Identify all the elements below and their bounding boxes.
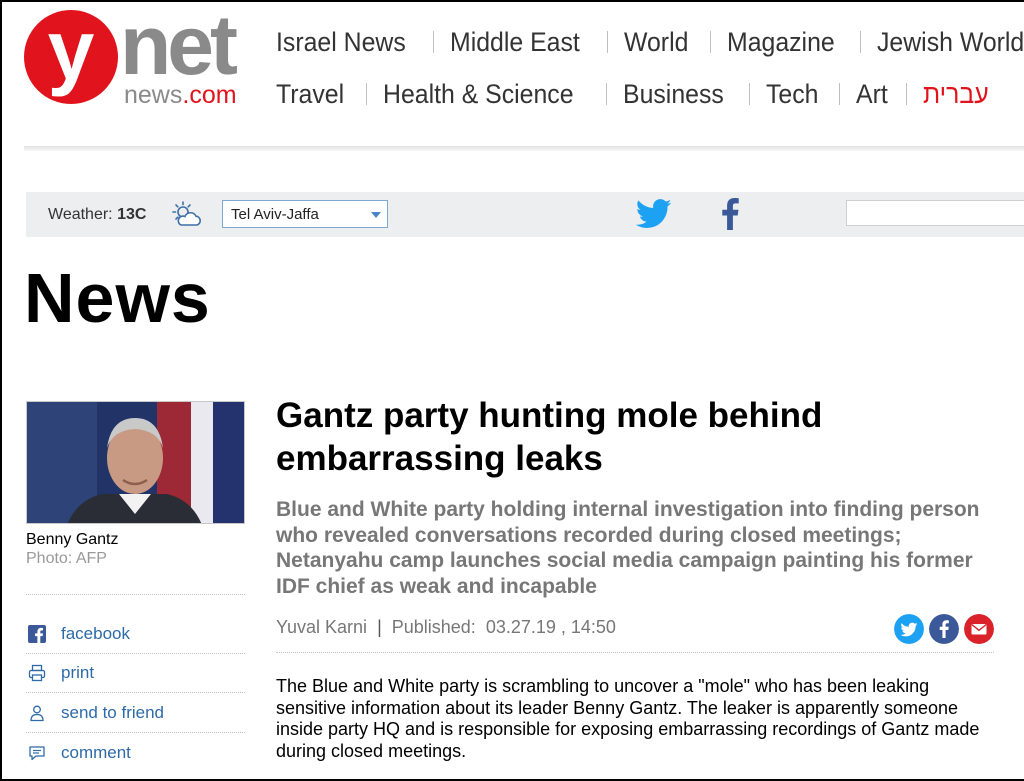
facebook-share-icon[interactable]: [929, 614, 959, 644]
nav-middle-east[interactable]: Middle East: [450, 27, 580, 58]
photo-credit: Photo: AFP: [26, 550, 107, 567]
twitter-share-icon[interactable]: [894, 614, 924, 644]
facebook-icon: [28, 625, 46, 643]
tool-comment[interactable]: comment: [26, 741, 245, 765]
nav-magazine[interactable]: Magazine: [727, 27, 835, 58]
nav-health-science[interactable]: Health & Science: [383, 79, 574, 110]
tool-send-to-friend[interactable]: send to friend: [26, 701, 245, 725]
byline-divider-line: [276, 652, 994, 653]
author-link[interactable]: Yuval Karni: [276, 617, 367, 637]
nav-divider: [433, 31, 435, 53]
logo-domain-suffix: .com: [182, 81, 237, 109]
chevron-down-icon: [371, 212, 381, 218]
comment-icon: [29, 746, 45, 761]
weather-temperature: 13C: [117, 206, 147, 223]
weather-readout: Weather: 13C: [48, 206, 146, 224]
tool-facebook[interactable]: facebook: [26, 622, 245, 646]
nav-row-primary: Israel News Middle East World Magazine J…: [276, 22, 1024, 62]
divider: [26, 692, 245, 693]
weather-label: Weather:: [48, 206, 113, 223]
nav-divider: [860, 31, 862, 53]
email-share-icon[interactable]: [964, 614, 994, 644]
partly-cloudy-icon: [172, 201, 201, 226]
ynet-logo[interactable]: y net news.com: [24, 0, 249, 111]
photo-caption-name: Benny Gantz: [26, 531, 119, 548]
weather-bar: Weather: 13C Tel Aviv-Jaffa: [26, 192, 1024, 237]
nav-divider: [710, 31, 712, 53]
tool-print[interactable]: print: [26, 661, 245, 685]
nav-row-secondary: Travel Health & Science Business Tech Ar…: [276, 74, 995, 114]
nav-divider: [606, 83, 608, 105]
nav-divider: [906, 83, 908, 105]
article-subhead: Blue and White party holding internal in…: [276, 498, 980, 598]
nav-divider: [748, 83, 750, 105]
header-divider: [24, 146, 1024, 151]
nav-divider: [366, 83, 368, 105]
logo-domain-prefix: news: [124, 81, 183, 109]
facebook-icon[interactable]: [718, 198, 742, 230]
logo-net-text: net: [120, 0, 238, 92]
nav-art[interactable]: Art: [856, 79, 888, 110]
search-input[interactable]: [846, 200, 1024, 226]
article-headline: Gantz party hunting mole behind embarras…: [276, 396, 823, 478]
article-photo[interactable]: [26, 401, 245, 524]
nav-tech[interactable]: Tech: [766, 79, 818, 110]
published-date: 03.27.19 , 14:50: [485, 617, 616, 637]
twitter-icon[interactable]: [636, 198, 672, 230]
logo-y-circle: y: [24, 8, 118, 104]
article-body: The Blue and White party is scrambling t…: [276, 676, 980, 761]
print-icon: [28, 664, 46, 682]
byline-divider: |: [377, 617, 382, 637]
divider: [26, 732, 245, 733]
send-to-friend-icon: [30, 705, 44, 722]
tool-label: send to friend: [61, 703, 165, 722]
portrait-image: [27, 402, 244, 523]
nav-divider: [607, 31, 609, 53]
tool-label: comment: [61, 743, 131, 762]
published-label: Published:: [391, 617, 476, 637]
article-byline: Yuval Karni | Published: 03.27.19 , 14:50: [276, 617, 616, 638]
nav-divider: [838, 83, 840, 105]
divider: [26, 594, 245, 595]
city-select[interactable]: Tel Aviv-Jaffa: [222, 200, 388, 228]
nav-travel[interactable]: Travel: [276, 79, 344, 110]
nav-israel-news[interactable]: Israel News: [276, 27, 406, 58]
tool-label: facebook: [61, 624, 130, 643]
section-title: News: [24, 259, 211, 337]
divider: [26, 653, 245, 654]
nav-world[interactable]: World: [624, 27, 688, 58]
logo-domain: news.com: [124, 82, 237, 108]
nav-hebrew[interactable]: עברית: [923, 79, 989, 110]
tool-label: print: [61, 663, 95, 682]
nav-jewish-world[interactable]: Jewish World: [877, 27, 1024, 58]
city-select-value: Tel Aviv-Jaffa: [231, 206, 319, 223]
nav-business[interactable]: Business: [623, 79, 724, 110]
